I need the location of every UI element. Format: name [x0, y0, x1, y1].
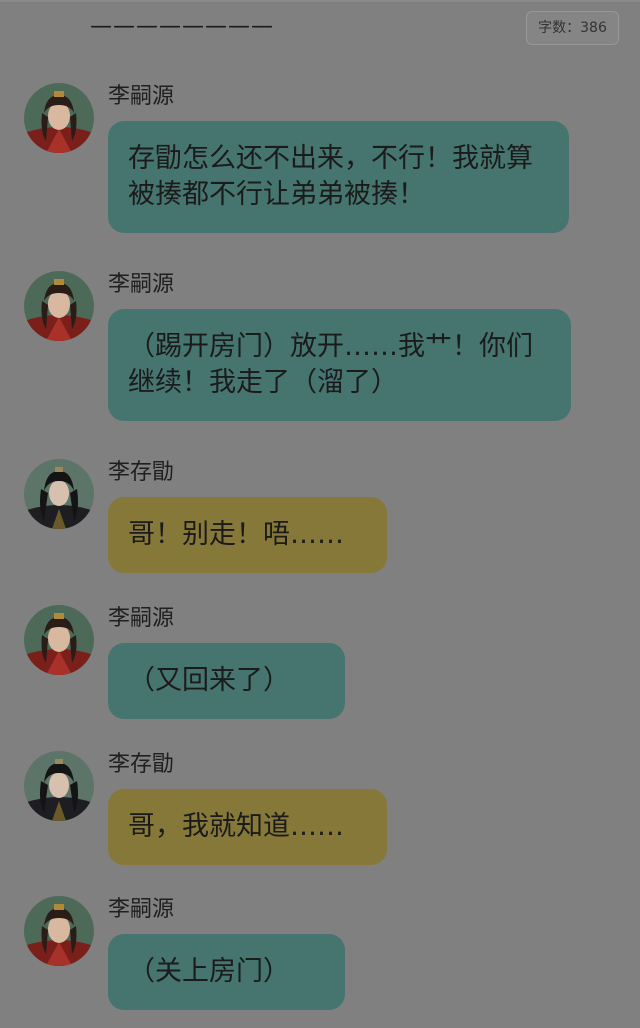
top-divider [0, 0, 640, 2]
speaker-name: 李嗣源 [108, 84, 175, 109]
avatar-red-robed-man-icon[interactable] [24, 896, 94, 966]
avatar-red-robed-man-icon[interactable] [24, 83, 94, 153]
avatar-black-robed-man-icon[interactable] [24, 459, 94, 529]
word-count-badge: 字数：386 [526, 11, 619, 45]
speaker-name: 李嗣源 [108, 897, 175, 922]
message-bubble[interactable]: （踢开房门）放开……我艹！你们继续！我走了（溜了） [108, 309, 571, 421]
message-bubble[interactable]: （又回来了） [108, 643, 345, 719]
speaker-name: 李存勖 [108, 752, 175, 777]
message-bubble[interactable]: 哥，我就知道…… [108, 789, 387, 865]
message-bubble[interactable]: 哥！别走！唔…… [108, 497, 387, 573]
avatar-red-robed-man-icon[interactable] [24, 271, 94, 341]
avatar-red-robed-man-icon[interactable] [24, 605, 94, 675]
speaker-name: 李嗣源 [108, 272, 175, 297]
chat-page: ———————— 字数：386 李嗣源 存勖怎么还不出来，不行！我就算被揍都不行… [0, 0, 640, 1028]
speaker-name: 李嗣源 [108, 606, 175, 631]
message-bubble[interactable]: 存勖怎么还不出来，不行！我就算被揍都不行让弟弟被揍！ [108, 121, 569, 233]
message-bubble[interactable]: （关上房门） [108, 934, 345, 1010]
page-title: ———————— [90, 14, 274, 39]
speaker-name: 李存勖 [108, 460, 175, 485]
avatar-black-robed-man-icon[interactable] [24, 751, 94, 821]
